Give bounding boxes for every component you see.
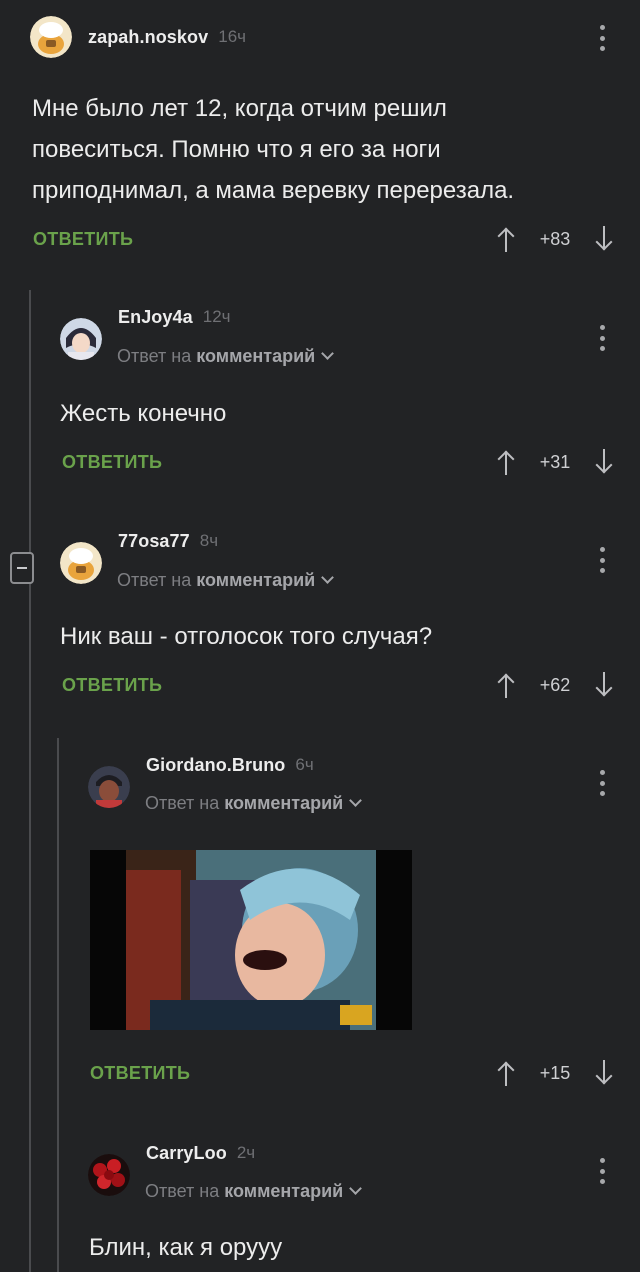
reply-button[interactable]: ОТВЕТИТЬ [62, 452, 162, 473]
reply-to-prefix: Ответ на [145, 1181, 220, 1201]
comment-text: Мне было лет 12, когда отчим решил повес… [32, 88, 514, 211]
username[interactable]: zapah.noskov [88, 27, 208, 48]
vote-controls: +31 [496, 449, 614, 475]
upvote-arrow-icon[interactable] [496, 226, 516, 252]
reply-to-label[interactable]: Ответ на комментарий [145, 793, 363, 814]
cartoon-face-avatar-icon [30, 16, 72, 58]
avatar[interactable] [88, 766, 130, 808]
laughing-man-gif[interactable] [90, 850, 412, 1030]
more-options-icon[interactable] [599, 547, 605, 573]
upvote-arrow-icon[interactable] [496, 672, 516, 698]
comment-time: 6ч [295, 755, 314, 774]
vote-controls: +83 [496, 226, 614, 252]
reply-to-prefix: Ответ на [145, 793, 220, 813]
username[interactable]: CarryLoo [146, 1143, 227, 1164]
comment-time: 12ч [202, 307, 231, 326]
reply-to-target[interactable]: комментарий [224, 793, 343, 813]
avatar[interactable] [60, 318, 102, 360]
more-options-icon[interactable] [599, 770, 605, 796]
comment-text: Блин, как я орууу [89, 1234, 283, 1261]
chevron-down-icon[interactable] [321, 347, 335, 360]
score: +15 [539, 1062, 571, 1083]
comment-time: 2ч [236, 1143, 256, 1162]
score: +31 [539, 451, 571, 472]
red-roses-avatar-icon [88, 1154, 130, 1196]
vote-controls: +15 [496, 1060, 614, 1086]
more-options-icon[interactable] [599, 1158, 605, 1184]
reply-to-target[interactable]: комментарий [196, 346, 315, 366]
chevron-down-icon[interactable] [349, 1182, 363, 1195]
reply-to-prefix: Ответ на [117, 346, 192, 366]
downvote-arrow-icon[interactable] [594, 449, 614, 475]
chevron-down-icon[interactable] [321, 571, 335, 584]
reply-to-target[interactable]: комментарий [196, 570, 315, 590]
reply-button[interactable]: ОТВЕТИТЬ [90, 1063, 190, 1084]
more-options-icon[interactable] [599, 325, 605, 351]
thread-line-level-2[interactable] [57, 738, 59, 1272]
reply-to-label[interactable]: Ответ на комментарий [117, 346, 335, 367]
chevron-down-icon[interactable] [349, 794, 363, 807]
reply-to-label[interactable]: Ответ на комментарий [145, 1181, 363, 1202]
score: +83 [539, 228, 571, 249]
username[interactable]: Giordano.Bruno [146, 755, 285, 776]
comment-header: zapah.noskov 16ч [30, 16, 246, 58]
comment-text-line: приподнимал, а мама веревку перерезала. [32, 177, 515, 204]
collapse-thread-button[interactable] [10, 552, 34, 584]
cartoon-man-avatar-icon [88, 766, 130, 808]
reply-button[interactable]: ОТВЕТИТЬ [62, 675, 162, 696]
comment-text: Ник ваш - отголосок того случая? [60, 623, 433, 650]
avatar[interactable] [30, 16, 72, 58]
more-options-icon[interactable] [599, 25, 605, 51]
cartoon-face-avatar-icon [60, 542, 102, 584]
reply-to-label[interactable]: Ответ на комментарий [117, 570, 335, 591]
downvote-arrow-icon[interactable] [594, 672, 614, 698]
reply-to-target[interactable]: комментарий [224, 1181, 343, 1201]
comment-text-line: повеситься. Помню что я его за ноги [32, 136, 441, 163]
video-frame-image [90, 850, 412, 1030]
reply-button[interactable]: ОТВЕТИТЬ [33, 229, 133, 250]
comment-time: 16ч [218, 27, 247, 46]
anime-girl-avatar-icon [60, 318, 102, 360]
avatar[interactable] [88, 1154, 130, 1196]
username[interactable]: EnJoy4a [118, 307, 193, 328]
comment-text-line: Мне было лет 12, когда отчим решил [32, 95, 447, 122]
reply-to-prefix: Ответ на [117, 570, 192, 590]
vote-controls: +62 [496, 672, 614, 698]
upvote-arrow-icon[interactable] [496, 449, 516, 475]
comments-page: zapah.noskov 16ч Мне было лет 12, когда … [0, 0, 640, 1272]
avatar[interactable] [60, 542, 102, 584]
downvote-arrow-icon[interactable] [594, 226, 614, 252]
thread-line-level-1[interactable] [29, 290, 31, 1272]
comment-text: Жесть конечно [60, 400, 227, 427]
downvote-arrow-icon[interactable] [594, 1060, 614, 1086]
comment-time: 8ч [199, 531, 219, 550]
score: +62 [539, 674, 571, 695]
username[interactable]: 77osa77 [118, 531, 190, 552]
upvote-arrow-icon[interactable] [496, 1060, 516, 1086]
